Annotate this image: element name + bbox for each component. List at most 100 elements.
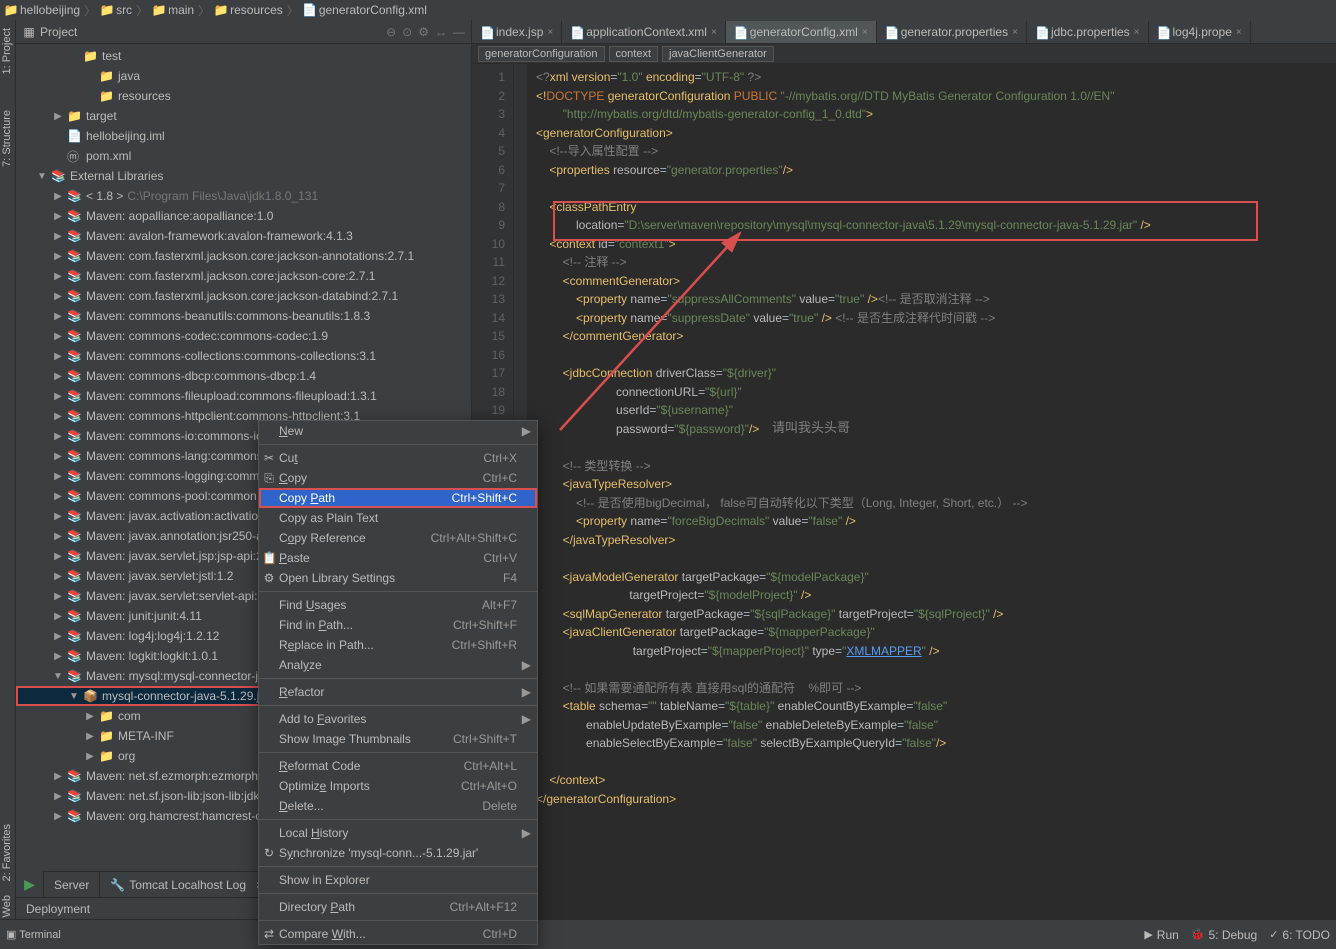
- tree-arrow-icon[interactable]: ▶: [52, 271, 64, 282]
- tree-row[interactable]: ▶📁target: [16, 106, 471, 126]
- hidearrow-icon[interactable]: ↔: [435, 25, 447, 39]
- tree-arrow-icon[interactable]: ▶: [52, 411, 64, 422]
- tree-row[interactable]: ▶📚Maven: commons-codec:commons-codec:1.9: [16, 326, 471, 346]
- tree-row[interactable]: ▶📚Maven: aopalliance:aopalliance:1.0: [16, 206, 471, 226]
- tree-arrow-icon[interactable]: ▶: [52, 311, 64, 322]
- editor-tab[interactable]: 📄generator.properties×: [877, 21, 1027, 43]
- bread-item[interactable]: javaClientGenerator: [662, 46, 774, 62]
- hide-icon[interactable]: —: [453, 25, 465, 39]
- breadcrumb-resources[interactable]: 📁resources: [214, 3, 283, 17]
- tree-arrow-icon[interactable]: ▶: [52, 631, 64, 642]
- menu-item[interactable]: Copy PathCtrl+Shift+C: [259, 488, 537, 508]
- favorites-tool-tab[interactable]: 2: Favorites: [0, 816, 14, 889]
- menu-item[interactable]: Delete...Delete: [259, 796, 537, 816]
- menu-item[interactable]: 📋PasteCtrl+V: [259, 548, 537, 568]
- tree-arrow-icon[interactable]: ▶: [52, 791, 64, 802]
- tree-arrow-icon[interactable]: ▶: [52, 191, 64, 202]
- menu-item[interactable]: ⇄Compare With...Ctrl+D: [259, 924, 537, 944]
- menu-item[interactable]: Local History▶: [259, 823, 537, 843]
- tree-row[interactable]: ▶📚Maven: com.fasterxml.jackson.core:jack…: [16, 246, 471, 266]
- menu-item[interactable]: Copy ReferenceCtrl+Alt+Shift+C: [259, 528, 537, 548]
- tree-row[interactable]: ▶📚Maven: commons-beanutils:commons-beanu…: [16, 306, 471, 326]
- tree-row[interactable]: ▶📚< 1.8 >C:\Program Files\Java\jdk1.8.0_…: [16, 186, 471, 206]
- tree-arrow-icon[interactable]: ▶: [52, 331, 64, 342]
- tree-arrow-icon[interactable]: ▼: [68, 691, 80, 702]
- tree-arrow-icon[interactable]: ▶: [84, 751, 96, 762]
- menu-item[interactable]: Optimize ImportsCtrl+Alt+O: [259, 776, 537, 796]
- editor-tab[interactable]: 📄index.jsp×: [472, 21, 562, 43]
- tree-arrow-icon[interactable]: ▶: [52, 211, 64, 222]
- menu-item[interactable]: Replace in Path...Ctrl+Shift+R: [259, 635, 537, 655]
- tree-arrow-icon[interactable]: ▶: [52, 471, 64, 482]
- tree-arrow-icon[interactable]: ▼: [36, 171, 48, 182]
- menu-item[interactable]: Add to Favorites▶: [259, 709, 537, 729]
- editor-tab[interactable]: 📄applicationContext.xml×: [562, 21, 726, 43]
- todo-tab[interactable]: ✓ 6: TODO: [1269, 928, 1330, 942]
- tree-row[interactable]: ⓜpom.xml: [16, 146, 471, 166]
- tree-arrow-icon[interactable]: ▶: [52, 811, 64, 822]
- close-icon[interactable]: ×: [1236, 27, 1242, 38]
- localhost-log-tab[interactable]: 🔧Tomcat Localhost Log×: [100, 872, 274, 897]
- menu-item[interactable]: ↻Synchronize 'mysql-conn...-5.1.29.jar': [259, 843, 537, 863]
- tree-arrow-icon[interactable]: ▶: [52, 591, 64, 602]
- tree-arrow-icon[interactable]: ▶: [84, 711, 96, 722]
- editor-tab[interactable]: 📄generatorConfig.xml×: [726, 21, 877, 43]
- tree-row[interactable]: 📄hellobeijing.iml: [16, 126, 471, 146]
- breadcrumb-file[interactable]: 📄generatorConfig.xml: [303, 3, 427, 17]
- tree-row[interactable]: ▶📚Maven: commons-fileupload:commons-file…: [16, 386, 471, 406]
- tree-arrow-icon[interactable]: ▶: [52, 231, 64, 242]
- code-content[interactable]: <?xml version="1.0" encoding="UTF-8" ?> …: [528, 64, 1336, 929]
- tree-row[interactable]: 📁test: [16, 46, 471, 66]
- settings-icon[interactable]: ⚙: [418, 25, 429, 39]
- tree-arrow-icon[interactable]: ▶: [52, 431, 64, 442]
- code-editor[interactable]: 12345678910111213141516171819 <?xml vers…: [472, 64, 1336, 929]
- tree-row[interactable]: 📁java: [16, 66, 471, 86]
- locate-icon[interactable]: ⊙: [402, 25, 412, 39]
- menu-item[interactable]: ⎘CopyCtrl+C: [259, 468, 537, 488]
- tree-arrow-icon[interactable]: ▶: [52, 451, 64, 462]
- server-tab[interactable]: Server: [44, 872, 100, 897]
- menu-item[interactable]: Directory PathCtrl+Alt+F12: [259, 897, 537, 917]
- menu-item[interactable]: New▶: [259, 421, 537, 441]
- tree-row[interactable]: ▶📚Maven: commons-collections:commons-col…: [16, 346, 471, 366]
- editor-tab[interactable]: 📄jdbc.properties×: [1027, 21, 1149, 43]
- tree-arrow-icon[interactable]: ▶: [52, 251, 64, 262]
- menu-item[interactable]: Analyze▶: [259, 655, 537, 675]
- structure-tool-tab[interactable]: 7: Structure: [0, 102, 14, 175]
- menu-item[interactable]: ⚙Open Library SettingsF4: [259, 568, 537, 588]
- menu-item[interactable]: Find UsagesAlt+F7: [259, 595, 537, 615]
- menu-item[interactable]: Show Image ThumbnailsCtrl+Shift+T: [259, 729, 537, 749]
- close-icon[interactable]: ×: [862, 27, 868, 38]
- tree-arrow-icon[interactable]: ▶: [52, 651, 64, 662]
- close-icon[interactable]: ×: [1012, 27, 1018, 38]
- breadcrumb-root[interactable]: 📁 hellobeijing: [4, 3, 80, 17]
- tree-arrow-icon[interactable]: ▶: [84, 731, 96, 742]
- tree-arrow-icon[interactable]: ▼: [52, 671, 64, 682]
- close-icon[interactable]: ×: [711, 27, 717, 38]
- menu-item[interactable]: Reformat CodeCtrl+Alt+L: [259, 756, 537, 776]
- tree-row[interactable]: ▶📚Maven: avalon-framework:avalon-framewo…: [16, 226, 471, 246]
- close-icon[interactable]: ×: [1134, 27, 1140, 38]
- tree-arrow-icon[interactable]: ▶: [52, 531, 64, 542]
- collapse-icon[interactable]: ⊖: [386, 25, 396, 39]
- bread-item[interactable]: generatorConfiguration: [478, 46, 605, 62]
- editor-tab[interactable]: 📄log4j.prope×: [1149, 21, 1251, 43]
- run-button[interactable]: ▶: [16, 871, 44, 897]
- tree-arrow-icon[interactable]: ▶: [52, 351, 64, 362]
- tree-arrow-icon[interactable]: ▶: [52, 291, 64, 302]
- tree-arrow-icon[interactable]: ▶: [52, 391, 64, 402]
- bread-item[interactable]: context: [609, 46, 658, 62]
- tree-row[interactable]: ▶📚Maven: com.fasterxml.jackson.core:jack…: [16, 286, 471, 306]
- tree-row[interactable]: ▶📚Maven: com.fasterxml.jackson.core:jack…: [16, 266, 471, 286]
- project-tool-tab[interactable]: 1: Project: [0, 20, 14, 82]
- tree-arrow-icon[interactable]: ▶: [52, 571, 64, 582]
- menu-item[interactable]: Show in Explorer: [259, 870, 537, 890]
- tree-arrow-icon[interactable]: ▶: [52, 371, 64, 382]
- terminal-tab[interactable]: ▣ Terminal: [6, 928, 61, 941]
- menu-item[interactable]: Refactor▶: [259, 682, 537, 702]
- tree-arrow-icon[interactable]: ▶: [52, 551, 64, 562]
- debug-tab[interactable]: 🐞 5: Debug: [1191, 928, 1257, 942]
- tree-row[interactable]: ▶📚Maven: commons-dbcp:commons-dbcp:1.4: [16, 366, 471, 386]
- tree-row[interactable]: ▼📚External Libraries: [16, 166, 471, 186]
- tree-arrow-icon[interactable]: ▶: [52, 111, 64, 122]
